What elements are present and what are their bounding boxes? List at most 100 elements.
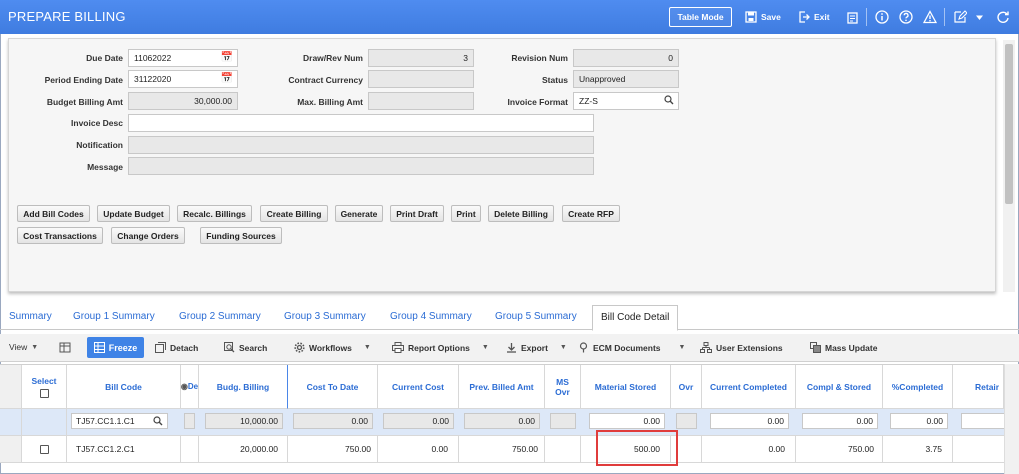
tab-summary[interactable]: Summary [9, 311, 52, 322]
invoice-desc-label: Invoice Desc [71, 118, 123, 128]
grid-toolbar: View ▼ Freeze Detach Search Workflows ▼ Re… [0, 334, 1019, 362]
due-date-field[interactable]: 11062022 📅 [128, 49, 238, 67]
de-cell [184, 413, 195, 429]
de-header[interactable]: ◉ De [181, 365, 199, 409]
max-billing-field [368, 92, 474, 110]
info-icon[interactable] [873, 8, 891, 26]
gear-icon [294, 342, 305, 353]
generate-button[interactable]: Generate [335, 205, 383, 222]
select-header-label: Select [31, 375, 57, 386]
compl-stored-cell[interactable]: 750.00 [796, 436, 883, 463]
row-header-corner [0, 365, 22, 409]
exit-button[interactable]: Exit [798, 7, 830, 27]
retainage-header[interactable]: Retair [953, 365, 1004, 409]
report-options-menu[interactable]: Report Options ▼ [392, 342, 489, 353]
scrollbar-thumb[interactable] [1005, 44, 1013, 204]
material-stored-input[interactable]: 0.00 [589, 413, 665, 429]
detach-icon [155, 342, 166, 353]
change-orders-button[interactable]: Change Orders [111, 227, 185, 244]
toolbar-separator [866, 8, 867, 26]
current-cost-header[interactable]: Current Cost [378, 365, 459, 409]
budg-billing-header[interactable]: Budg. Billing [199, 365, 288, 409]
mass-update-button[interactable]: Mass Update [810, 342, 877, 353]
current-completed-header[interactable]: Current Completed [702, 365, 796, 409]
bill-code-input[interactable]: TJ57.CC1.1.C1 [71, 413, 168, 429]
detach-button[interactable]: Detach [155, 342, 198, 353]
create-rfp-button[interactable]: Create RFP [562, 205, 620, 222]
row-checkbox[interactable] [39, 444, 49, 454]
warning-icon[interactable] [921, 8, 939, 26]
compl-stored-input[interactable]: 0.00 [802, 413, 878, 429]
ms-ovr-header[interactable]: MS Ovr [545, 365, 581, 409]
funding-sources-button[interactable]: Funding Sources [200, 227, 282, 244]
revision-label: Revision Num [511, 53, 568, 63]
invoice-format-field[interactable]: ZZ-S [573, 92, 679, 110]
calendar-icon[interactable]: 📅 [221, 52, 233, 63]
pct-completed-cell[interactable]: 3.75 [883, 436, 953, 463]
draw-rev-value: 3 [463, 53, 468, 63]
refresh-icon[interactable] [994, 8, 1012, 26]
search-icon [224, 342, 235, 353]
cost-to-date-header[interactable]: Cost To Date [288, 365, 378, 409]
view-menu[interactable]: View ▼ [9, 342, 38, 352]
export-menu[interactable]: Export ▼ [506, 342, 567, 353]
select-all-checkbox[interactable] [39, 388, 49, 398]
prev-billed-header[interactable]: Prev. Billed Amt [459, 365, 545, 409]
save-button[interactable]: Save [745, 7, 781, 27]
create-billing-button[interactable]: Create Billing [260, 205, 328, 222]
print-draft-button[interactable]: Print Draft [390, 205, 444, 222]
current-completed-cell[interactable]: 0.00 [702, 436, 796, 463]
ovr-header[interactable]: Ovr [671, 365, 702, 409]
search-button[interactable]: Search [224, 342, 267, 353]
compl-stored-header[interactable]: Compl & Stored [796, 365, 883, 409]
recalc-billings-button[interactable]: Recalc. Billings [177, 205, 252, 222]
grid-scrollbar[interactable] [1004, 364, 1019, 474]
pct-completed-input[interactable]: 0.00 [890, 413, 948, 429]
tab-group-2-summary[interactable]: Group 2 Summary [179, 311, 261, 322]
tab-group-4-summary[interactable]: Group 4 Summary [390, 311, 472, 322]
user-extensions-button[interactable]: User Extensions [700, 342, 783, 353]
table-mode-button[interactable]: Table Mode [669, 7, 732, 27]
message-field [128, 157, 594, 175]
save-icon [745, 11, 757, 23]
save-label: Save [761, 12, 781, 22]
delete-billing-button[interactable]: Delete Billing [488, 205, 554, 222]
tab-group-5-summary[interactable]: Group 5 Summary [495, 311, 577, 322]
revision-field: 0 [573, 49, 679, 67]
form-scrollbar[interactable] [1003, 40, 1015, 292]
bill-code-cell[interactable]: TJ57.CC1.2.C1 [67, 436, 181, 463]
tab-group-1-summary[interactable]: Group 1 Summary [73, 311, 155, 322]
retainage-input[interactable] [961, 413, 1004, 429]
exit-icon [799, 11, 810, 23]
print-button[interactable]: Print [451, 205, 481, 222]
retainage-cell[interactable] [953, 436, 1004, 463]
calendar-icon[interactable]: 📅 [221, 73, 233, 84]
freeze-button[interactable]: Freeze [87, 337, 144, 358]
invoice-desc-field[interactable] [128, 114, 594, 132]
add-bill-codes-button[interactable]: Add Bill Codes [17, 205, 90, 222]
status-field: Unapproved [573, 70, 679, 88]
clipboard-icon[interactable] [843, 8, 861, 26]
bill-code-grid: Select Bill Code ◉ De Budg. Billing Cost … [0, 364, 1004, 474]
printer-icon [392, 342, 404, 353]
tab-bill-code-detail[interactable]: Bill Code Detail [592, 305, 679, 331]
search-icon[interactable] [153, 416, 163, 428]
tab-group-3-summary[interactable]: Group 3 Summary [284, 311, 366, 322]
cost-transactions-button[interactable]: Cost Transactions [17, 227, 103, 244]
pct-completed-header[interactable]: %Completed [883, 365, 953, 409]
material-stored-header[interactable]: Material Stored [581, 365, 671, 409]
current-completed-input[interactable]: 0.00 [710, 413, 789, 429]
ecm-documents-menu[interactable]: ECM Documents ▼ [578, 342, 685, 353]
exit-label: Exit [814, 12, 830, 22]
period-ending-field[interactable]: 31122020 📅 [128, 70, 238, 88]
update-budget-button[interactable]: Update Budget [97, 205, 170, 222]
workflows-menu[interactable]: Workflows ▼ [294, 342, 371, 353]
search-icon[interactable] [664, 95, 674, 108]
pin-columns-icon[interactable] [59, 342, 71, 353]
de-cell [181, 436, 199, 463]
edit-icon[interactable] [951, 8, 969, 26]
help-icon[interactable] [897, 8, 915, 26]
notification-field [128, 136, 594, 154]
chevron-down-icon[interactable] [970, 8, 988, 26]
bill-code-header[interactable]: Bill Code [67, 365, 181, 409]
